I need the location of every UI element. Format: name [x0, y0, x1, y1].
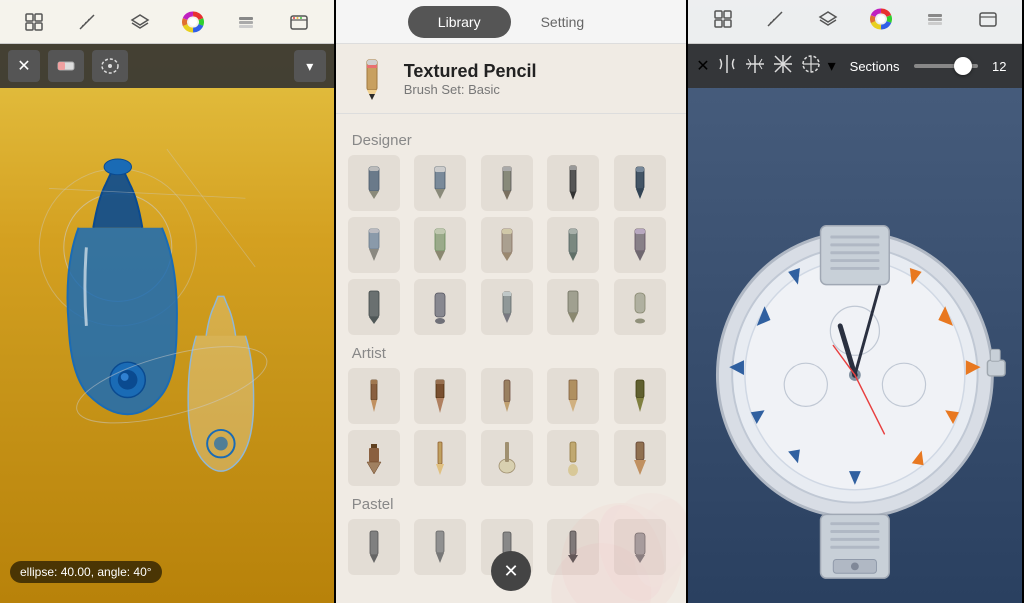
symmetry1-icon[interactable]	[716, 53, 738, 80]
brush-preview-icon	[352, 59, 392, 99]
brush-header: Textured Pencil Brush Set: Basic	[336, 44, 686, 114]
symmetry3-icon[interactable]	[772, 53, 794, 80]
panel1-subtoolbar: ✕ ▾	[0, 44, 334, 88]
symmetry4-icon[interactable]	[800, 53, 822, 80]
brush-item[interactable]	[481, 155, 533, 211]
color-wheel-icon[interactable]	[179, 8, 207, 36]
brush-item[interactable]	[348, 155, 400, 211]
more-options-icon[interactable]: ▾	[828, 56, 836, 76]
eraser-icon[interactable]	[48, 50, 84, 82]
ruler-icon[interactable]	[765, 9, 785, 34]
watch-drawing-canvas	[688, 88, 1022, 603]
panel3-subtoolbar: ✕	[688, 44, 1022, 88]
float-close-button[interactable]: ✕	[491, 551, 531, 591]
sections-value: 12	[992, 59, 1014, 74]
symmetry2-icon[interactable]	[744, 53, 766, 80]
brush-library-panel: Library Setting Textured Pencil Brush Se…	[336, 0, 688, 603]
brush-item[interactable]	[414, 368, 466, 424]
color-wheel-icon[interactable]	[870, 8, 892, 35]
window-icon[interactable]	[285, 8, 313, 36]
panel1-toolbar	[0, 0, 334, 44]
close-button[interactable]: ✕	[8, 50, 40, 82]
category-designer: Designer	[352, 132, 674, 149]
brush-item[interactable]	[547, 155, 599, 211]
sketch-canvas	[0, 88, 334, 603]
brush-item[interactable]	[348, 217, 400, 273]
more-options-icon[interactable]: ▾	[294, 50, 326, 82]
brush-item[interactable]	[547, 217, 599, 273]
brush-item[interactable]	[348, 368, 400, 424]
stack-icon[interactable]	[925, 9, 945, 34]
brush-item[interactable]	[614, 217, 666, 273]
layers-icon[interactable]	[126, 8, 154, 36]
brush-tabs-bar: Library Setting	[336, 0, 686, 44]
brush-item[interactable]	[481, 368, 533, 424]
grid-icon[interactable]	[20, 8, 48, 36]
brush-item[interactable]	[348, 279, 400, 335]
brush-item[interactable]	[614, 368, 666, 424]
brush-item[interactable]	[614, 155, 666, 211]
watch-panel: ✕	[688, 0, 1024, 603]
brush-item[interactable]	[614, 279, 666, 335]
sketch-panel: ✕ ▾	[0, 0, 336, 603]
brush-item[interactable]	[414, 217, 466, 273]
brush-info: Textured Pencil Brush Set: Basic	[404, 61, 537, 97]
designer-brushes	[348, 155, 674, 335]
grid-icon[interactable]	[713, 9, 733, 34]
selection-icon[interactable]	[92, 50, 128, 82]
ruler-icon[interactable]	[73, 8, 101, 36]
brush-name: Textured Pencil	[404, 61, 537, 82]
sections-slider[interactable]	[914, 64, 978, 68]
brush-item[interactable]	[547, 368, 599, 424]
brush-list: Designer Artist	[336, 114, 686, 603]
window-icon[interactable]	[978, 9, 998, 34]
sections-label: Sections	[850, 59, 900, 74]
brush-item[interactable]	[481, 217, 533, 273]
stack-icon[interactable]	[232, 8, 260, 36]
layers-icon[interactable]	[818, 9, 838, 34]
brush-item[interactable]	[414, 279, 466, 335]
status-label: ellipse: 40.00, angle: 40°	[10, 561, 162, 583]
category-artist: Artist	[352, 345, 674, 362]
brush-item[interactable]	[414, 155, 466, 211]
panel3-toolbar	[688, 0, 1022, 44]
brush-item[interactable]	[481, 279, 533, 335]
close-button[interactable]: ✕	[696, 56, 709, 76]
tab-library[interactable]: Library	[408, 6, 511, 38]
tab-setting[interactable]: Setting	[511, 6, 615, 38]
brush-item[interactable]	[547, 279, 599, 335]
brush-set: Brush Set: Basic	[404, 82, 537, 97]
